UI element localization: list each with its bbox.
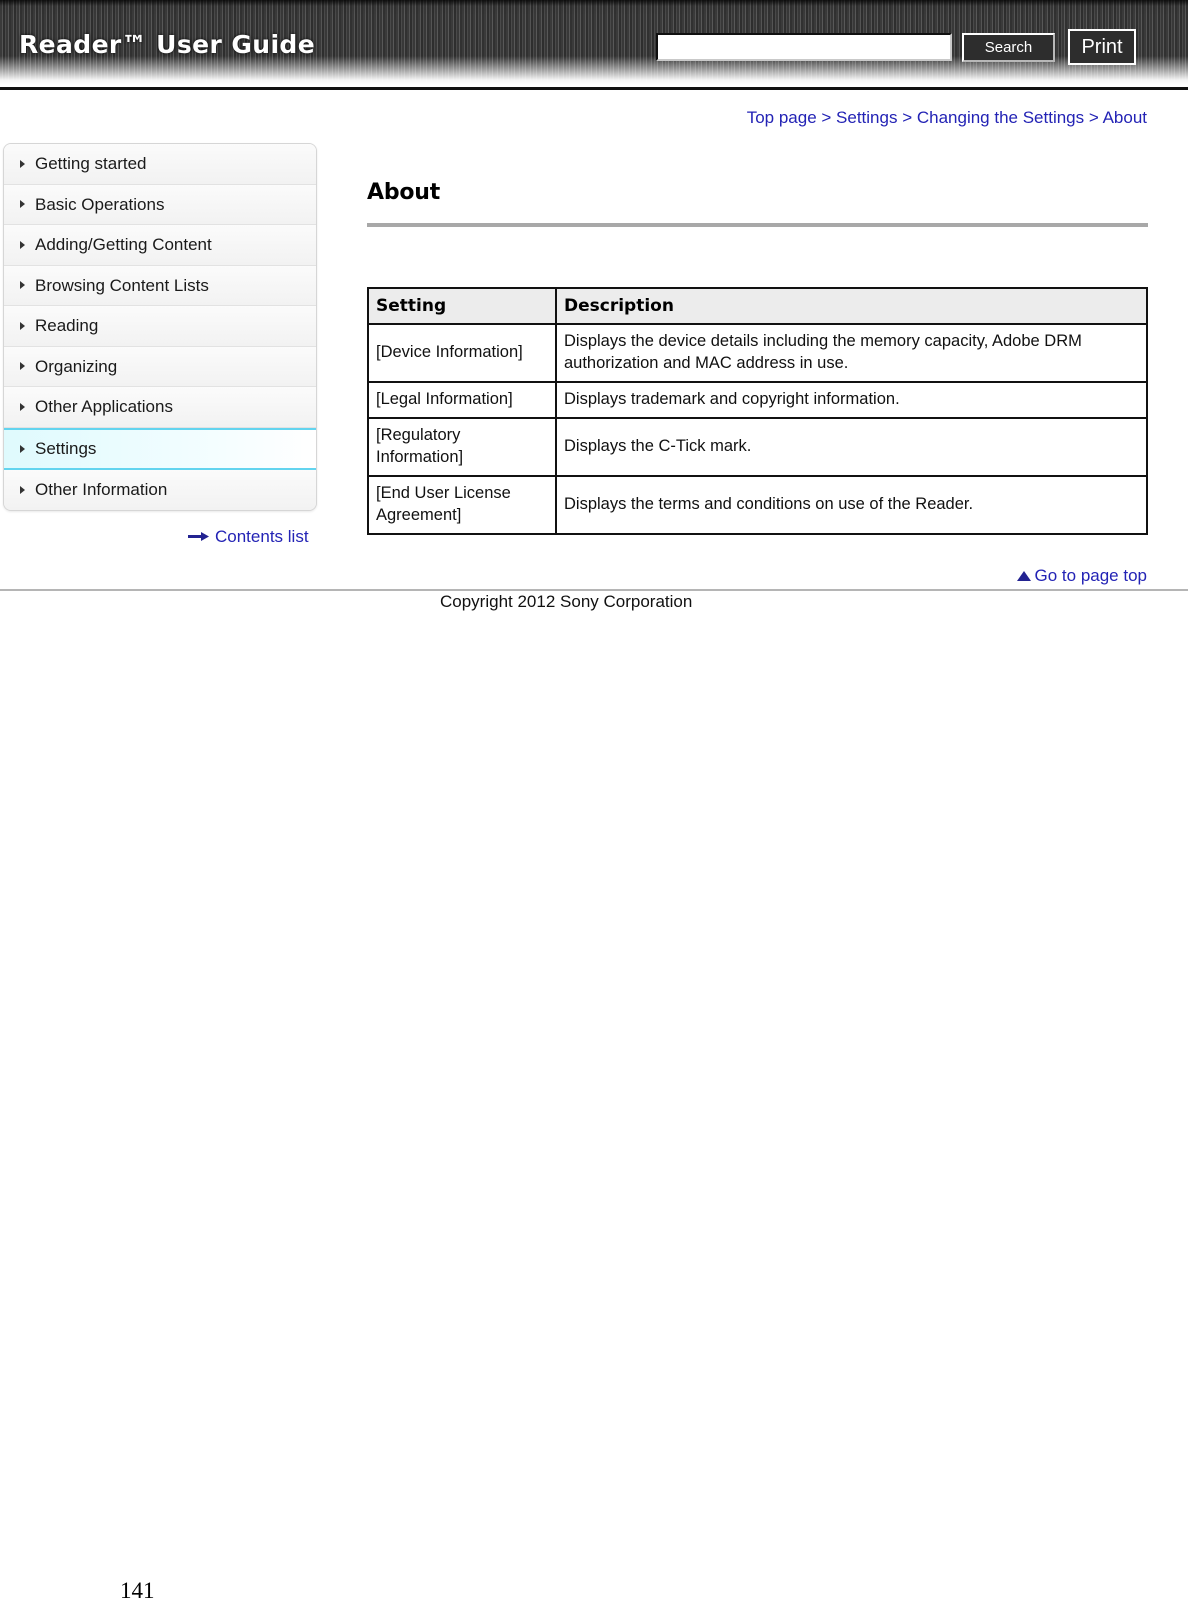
cell-setting: [Legal Information]	[367, 380, 557, 419]
triangle-right-icon	[20, 240, 25, 249]
contents-list-label: Contents list	[215, 527, 309, 546]
table-row: [Legal Information] Displays trademark an…	[367, 380, 1148, 419]
column-header-description: Description	[555, 287, 1148, 325]
sidebar-item-label: Reading	[35, 316, 99, 335]
triangle-right-icon	[20, 281, 25, 290]
sidebar-item-settings[interactable]: Settings	[4, 427, 316, 470]
cell-description: Displays the C-Tick mark.	[555, 416, 1148, 477]
sidebar-item-getting-started[interactable]: Getting started	[4, 144, 316, 185]
settings-table: Setting Description [Device Information]…	[367, 287, 1148, 535]
sidebar-item-label: Adding/Getting Content	[35, 235, 212, 254]
cell-setting: [Device Information]	[367, 323, 557, 383]
column-header-setting: Setting	[367, 287, 557, 325]
sidebar-item-label: Settings	[35, 438, 97, 458]
site-header: Reader™ User Guide Search Print	[0, 0, 1188, 90]
sidebar-item-label: Organizing	[35, 356, 118, 376]
sidebar-item-other-applications[interactable]: Other Applications	[4, 387, 316, 428]
triangle-right-icon	[20, 321, 25, 330]
sidebar-item-reading[interactable]: Reading	[4, 306, 316, 347]
search-input[interactable]	[656, 33, 952, 61]
footer-divider	[0, 589, 1188, 591]
contents-list-link[interactable]: Contents list	[188, 527, 309, 548]
triangle-right-icon	[20, 402, 25, 411]
cell-setting: [Regulatory Information]	[367, 416, 557, 477]
cell-description: Displays the terms and conditions on use…	[555, 474, 1148, 535]
table-header: Setting Description	[367, 287, 1148, 325]
page-number: 141	[120, 1578, 155, 1603]
triangle-right-icon	[20, 200, 25, 209]
triangle-right-icon	[20, 485, 25, 494]
table-header-row: Setting Description	[367, 287, 1148, 325]
main-content: About Setting Description [Device Inform…	[367, 180, 1149, 535]
go-to-page-top-link[interactable]: Go to page top	[0, 566, 1147, 586]
cell-description: Displays the device details including th…	[555, 323, 1148, 383]
go-to-page-top-label: Go to page top	[1034, 566, 1147, 585]
heading-divider	[367, 223, 1148, 227]
table-row: [Device Information] Displays the device …	[367, 323, 1148, 383]
sidebar-item-basic-operations[interactable]: Basic Operations	[4, 184, 316, 225]
sidebar-item-organizing[interactable]: Organizing	[4, 346, 316, 387]
triangle-right-icon	[20, 362, 25, 371]
sidebar-item-label: Basic Operations	[35, 194, 165, 214]
print-button[interactable]: Print	[1068, 29, 1136, 65]
table-row: [End User License Agreement] Displays the…	[367, 474, 1148, 535]
copyright-text: Copyright 2012 Sony Corporation	[440, 592, 693, 611]
content-heading: About	[367, 180, 441, 205]
page-title: Reader™ User Guide	[19, 30, 316, 59]
arrow-right-icon	[188, 527, 210, 547]
sidebar-item-label: Other Information	[35, 479, 168, 499]
cell-description: Displays trademark and copyright informa…	[555, 380, 1148, 419]
sidebar-item-label: Other Applications	[35, 397, 173, 416]
triangle-right-icon	[20, 444, 25, 453]
sidebar-navigation: Getting started Basic Operations Adding/Ge…	[3, 143, 317, 511]
sidebar-item-label: Getting started	[35, 154, 147, 173]
triangle-right-icon	[20, 159, 25, 168]
sidebar-item-browsing-content-lists[interactable]: Browsing Content Lists	[4, 265, 316, 306]
sidebar-item-label: Browsing Content Lists	[35, 275, 209, 295]
sidebar-item-other-information[interactable]: Other Information	[4, 469, 316, 510]
breadcrumb[interactable]: Top page > Settings > Changing the Setti…	[0, 108, 1147, 128]
search-button[interactable]: Search	[962, 33, 1055, 62]
sidebar-item-adding-getting-content[interactable]: Adding/Getting Content	[4, 225, 316, 266]
table-row: [Regulatory Information] Displays the C-T…	[367, 416, 1148, 477]
triangle-up-icon	[1016, 570, 1031, 581]
table-body: [Device Information] Displays the device …	[367, 323, 1148, 535]
cell-setting: [End User License Agreement]	[367, 474, 557, 535]
